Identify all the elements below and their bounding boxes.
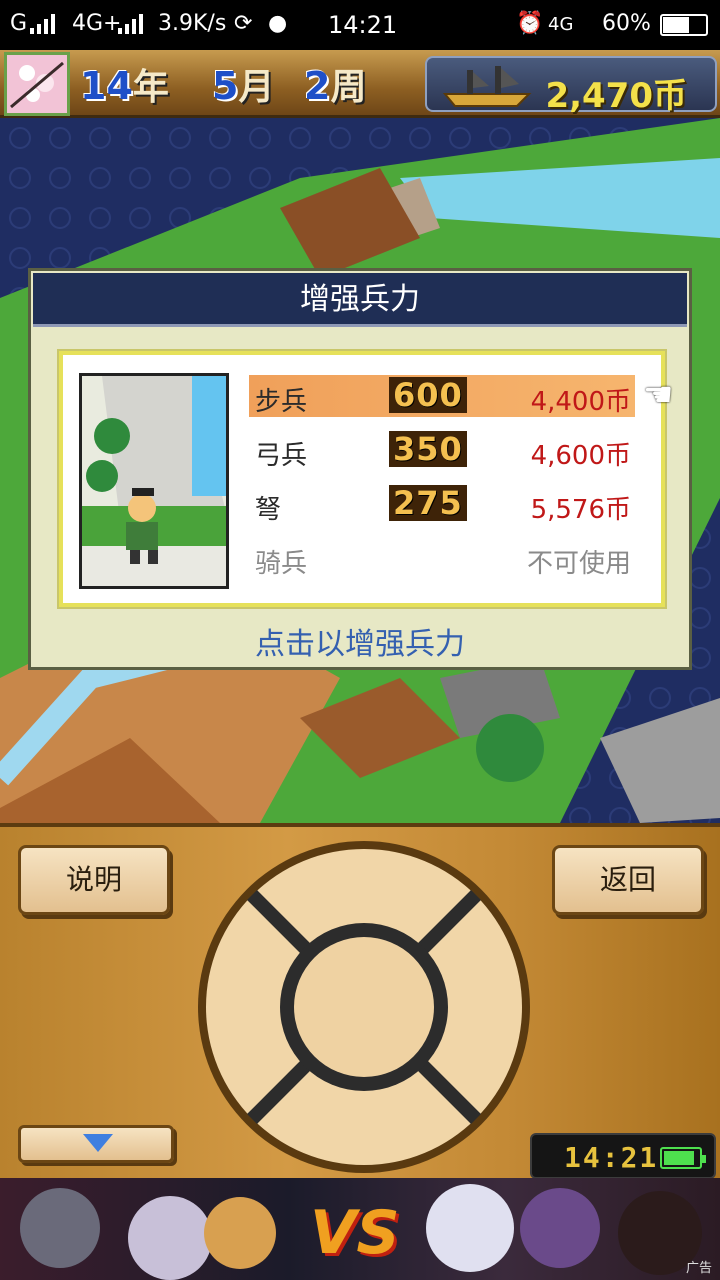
dialog-hint[interactable]: 点击以增强兵力 (31, 619, 689, 663)
money-panel: 2,470币 (425, 56, 717, 116)
carrier-label: G (10, 11, 28, 36)
menu-down-button[interactable] (18, 1125, 174, 1163)
net-speed: 3.9K/s (158, 11, 227, 36)
battery-percent: 60% (602, 11, 651, 36)
week-display: 2周 (304, 64, 367, 108)
sync-icon: ⟳ (234, 11, 253, 36)
unit-row-archer[interactable]: 弓兵 350 4,600币 (249, 429, 635, 471)
soldier-portrait (79, 373, 229, 589)
status-time: 14:21 (328, 11, 398, 39)
sakura-icon (10, 61, 64, 109)
network-type: 4G+ (72, 11, 122, 36)
status-bar: G 4G+ 3.9K/s ⟳ ● 14:21 ⏰ 4G 60% (0, 0, 720, 50)
help-button[interactable]: 说明 (18, 845, 170, 915)
dialog-title: 增强兵力 (33, 273, 687, 327)
game-top-bar: 14年 5月 2周 2,470币 (0, 50, 720, 118)
controller-panel: 说明 返回 14:21 (0, 823, 720, 1179)
avatar[interactable] (4, 52, 70, 116)
dpad-up-button[interactable] (300, 857, 430, 927)
signal-icon-2 (118, 14, 143, 34)
unit-row-cavalry: 骑兵 不可使用 (255, 549, 631, 579)
dpad-right-button[interactable] (450, 937, 520, 1067)
unit-row-crossbow[interactable]: 弩 275 5,576币 (249, 483, 635, 525)
ad-vs-text: VS (310, 1198, 400, 1268)
battery-icon-game (660, 1147, 706, 1169)
signal-icon (30, 14, 55, 34)
arrow-down-icon (83, 1134, 113, 1152)
alarm-icon: ⏰ (516, 11, 544, 36)
soldier-image (82, 376, 226, 586)
month-display: 5月 (212, 64, 275, 108)
dpad-left-button[interactable] (210, 937, 280, 1067)
network-type-2: 4G (548, 14, 574, 35)
back-button[interactable]: 返回 (552, 845, 704, 915)
unit-panel: 步兵 600 4,400币 弓兵 350 4,600币 弩 275 5,576币… (57, 349, 667, 609)
qq-icon: ● (268, 11, 288, 36)
reinforce-dialog: 增强兵力 步兵 600 4,400币 弓兵 350 4,600币 弩 275 5… (28, 268, 692, 670)
battery-icon (660, 14, 708, 36)
hand-pointer-icon: ☚ (643, 375, 674, 415)
ship-icon (442, 66, 532, 107)
unit-row-infantry[interactable]: 步兵 600 4,400币 (249, 375, 635, 417)
ad-banner[interactable]: VS 广告 (0, 1178, 720, 1280)
money-amount: 2,470币 (545, 76, 687, 116)
year-display: 14年 (80, 64, 169, 108)
ad-label: 广告 (685, 1261, 712, 1276)
dpad-center-button[interactable] (296, 935, 436, 1075)
game-clock: 14:21 (530, 1133, 716, 1179)
dpad-down-button[interactable] (300, 1077, 430, 1147)
